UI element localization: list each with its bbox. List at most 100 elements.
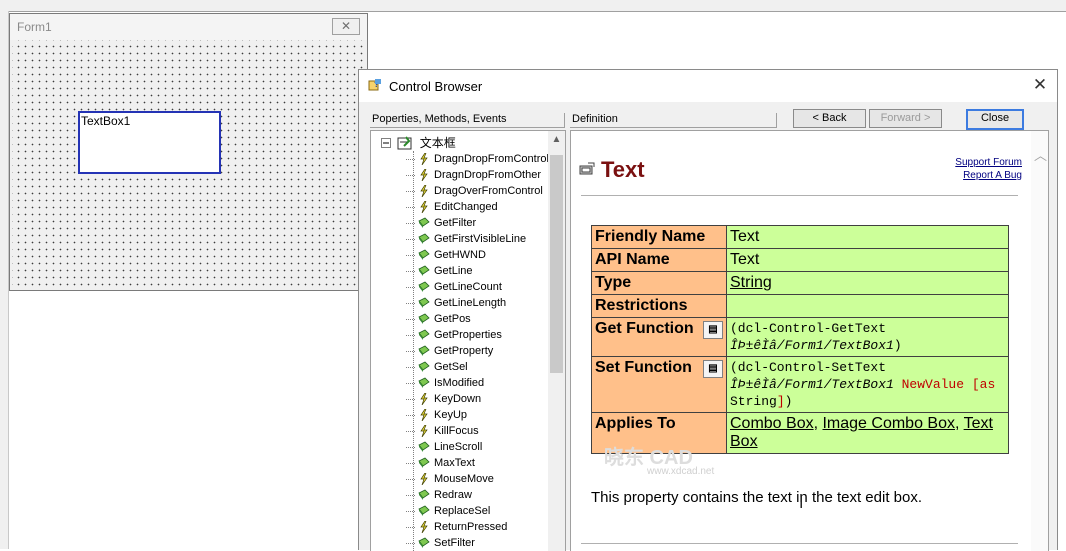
collapse-icon[interactable] <box>381 137 391 148</box>
tree-connector <box>406 254 415 256</box>
tree-item-label: GetFilter <box>434 217 477 229</box>
method-icon <box>418 361 430 373</box>
report-bug-link[interactable]: Report A Bug <box>955 169 1022 182</box>
text-cursor-icon: I <box>799 495 804 512</box>
definition-scrollbar[interactable] <box>1031 131 1048 551</box>
get-function-close: ) <box>893 338 902 353</box>
tree-item[interactable]: GetFilter <box>406 215 476 231</box>
tree-item-label: DragOverFromControl <box>434 185 543 197</box>
set-function-path: ÎÞ±êÌâ/Form1/TextBox1 <box>730 377 894 392</box>
copy-icon[interactable]: ▤ <box>703 321 723 339</box>
tree-item[interactable]: ReturnPressed <box>406 519 507 535</box>
tree-item-label: KeyDown <box>434 393 482 405</box>
tree-item[interactable]: KillFocus <box>406 423 479 439</box>
type-link[interactable]: String <box>730 274 772 291</box>
close-icon[interactable]: ✕ <box>1029 74 1051 96</box>
help-links: Support Forum Report A Bug <box>955 156 1022 182</box>
get-function-code: (dcl-Control-GetText ÎÞ±êÌâ/Form1/TextBo… <box>726 317 1009 357</box>
support-forum-link[interactable]: Support Forum <box>955 156 1022 169</box>
method-icon <box>418 249 430 261</box>
method-icon <box>418 217 430 229</box>
tree-item[interactable]: GetLineCount <box>406 279 502 295</box>
tree-item[interactable]: KeyDown <box>406 391 481 407</box>
tree-connector <box>406 382 415 384</box>
textbox-control-icon <box>397 135 412 149</box>
tree-item[interactable]: GetSel <box>406 359 468 375</box>
control-browser-window: ? Control Browser ✕ Poperties, Methods, … <box>358 69 1058 551</box>
tree-item[interactable]: DragOverFromControl <box>406 183 543 199</box>
tree-connector <box>406 478 415 480</box>
tree-item-label: GetLine <box>434 265 473 277</box>
get-function-key: ▤ Get Function <box>591 317 727 357</box>
type-value-cell: String <box>726 271 1009 295</box>
table-row: ▤ Get Function (dcl-Control-GetText ÎÞ±ê… <box>591 317 1009 357</box>
tree-connector <box>406 222 415 224</box>
set-function-bracket: ] <box>776 394 785 409</box>
app-left-strip <box>0 11 9 549</box>
tree-item-label: ReplaceSel <box>434 505 491 517</box>
tree-item[interactable]: DragnDropFromControl <box>406 151 549 167</box>
method-icon <box>418 281 430 293</box>
tree-connector <box>406 462 415 464</box>
tree-item[interactable]: DragnDropFromOther <box>406 167 541 183</box>
method-icon <box>418 265 430 277</box>
event-icon <box>420 521 428 534</box>
forward-button[interactable]: Forward > <box>869 109 942 128</box>
set-function-key: ▤ Set Function <box>591 356 727 413</box>
scroll-up-icon[interactable]: ▲ <box>550 134 563 148</box>
tree-item[interactable]: GetLineLength <box>406 295 506 311</box>
image-combo-box-link[interactable]: Image Combo Box <box>822 415 955 432</box>
get-function-path: ÎÞ±êÌâ/Form1/TextBox1 <box>730 338 894 353</box>
api-name-key: API Name <box>591 248 727 272</box>
applies-to-value: Combo Box, Image Combo Box, Text Box <box>726 412 1009 454</box>
tree-connector <box>406 334 415 336</box>
get-function-label: Get Function <box>595 320 694 337</box>
tree-connector <box>406 302 415 304</box>
tree-item-label: GetHWND <box>434 249 486 261</box>
tree-item[interactable]: IsModified <box>406 375 484 391</box>
divider <box>581 195 1018 196</box>
tree-item[interactable]: EditChanged <box>406 199 498 215</box>
event-icon <box>420 425 428 438</box>
tree-item-label: GetProperty <box>434 345 494 357</box>
tree-connector <box>406 366 415 368</box>
set-function-label: Set Function <box>595 359 692 376</box>
tree-item[interactable]: KeyUp <box>406 407 467 423</box>
tree-item[interactable]: GetFirstVisibleLine <box>406 231 526 247</box>
back-button[interactable]: < Back <box>793 109 866 128</box>
tree-item[interactable]: GetPos <box>406 311 471 327</box>
tree-item[interactable]: Redraw <box>406 487 472 503</box>
copy-icon[interactable]: ▤ <box>703 360 723 378</box>
friendly-name-value: Text <box>726 225 1009 249</box>
tree-item[interactable]: GetHWND <box>406 247 486 263</box>
scroll-up-icon[interactable]: ︿ <box>1034 145 1047 164</box>
member-tree[interactable]: 文本框 DragnDropFromControl DragnDropFromOth… <box>370 130 566 551</box>
tree-root-node[interactable]: 文本框 <box>381 134 456 150</box>
event-icon <box>420 473 428 486</box>
close-button[interactable]: Close <box>966 109 1024 130</box>
tree-connector <box>406 238 415 240</box>
form-close-button[interactable]: ✕ <box>332 18 360 35</box>
tree-item-label: Redraw <box>434 489 472 501</box>
tree-item[interactable]: ReplaceSel <box>406 503 490 519</box>
restrictions-value <box>726 294 1009 318</box>
textbox-control[interactable]: TextBox1 <box>78 111 221 174</box>
tree-root-label: 文本框 <box>419 136 456 150</box>
textbox-label: TextBox1 <box>81 114 131 128</box>
tree-item[interactable]: MaxText <box>406 455 475 471</box>
tree-item[interactable]: GetProperty <box>406 343 493 359</box>
table-row: ▤ Set Function (dcl-Control-SetText ÎÞ±ê… <box>591 356 1009 413</box>
form-designer-titlebar: Form1 ✕ <box>10 14 367 40</box>
tree-item[interactable]: MouseMove <box>406 471 494 487</box>
combo-box-link[interactable]: Combo Box <box>730 415 814 432</box>
event-icon <box>420 153 428 166</box>
method-icon <box>418 297 430 309</box>
tree-item-label: DragnDropFromOther <box>434 169 541 181</box>
tree-item-label: DragnDropFromControl <box>434 153 549 165</box>
app-toolbar-strip <box>0 0 1066 12</box>
tree-scroll-thumb[interactable] <box>550 155 563 373</box>
tree-item[interactable]: GetProperties <box>406 327 502 343</box>
tree-item[interactable]: GetLine <box>406 263 473 279</box>
tree-item[interactable]: LineScroll <box>406 439 482 455</box>
tree-item-label: EditChanged <box>434 201 498 213</box>
